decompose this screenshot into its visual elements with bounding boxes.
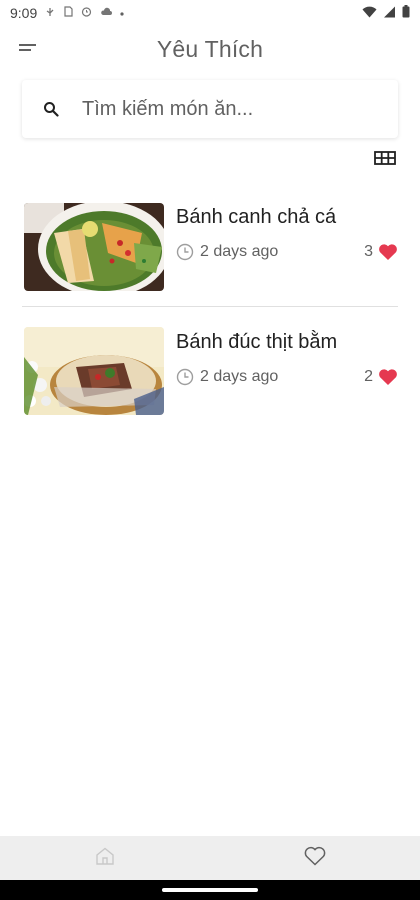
- heart-outline-icon: [304, 846, 326, 871]
- menu-icon: [19, 40, 37, 58]
- battery-icon: [402, 5, 410, 21]
- favorite-info: Bánh đúc thịt bằm 2 days ago 2: [176, 331, 398, 386]
- clock-icon: [176, 243, 194, 261]
- app-bar: Yêu Thích: [0, 26, 420, 72]
- status-left: 9:09: [10, 5, 124, 21]
- home-icon: [95, 847, 115, 870]
- food-time: 2 days ago: [200, 368, 279, 385]
- status-right: [362, 5, 410, 21]
- signal-icon: [383, 5, 396, 21]
- menu-button[interactable]: [14, 36, 42, 62]
- system-navigation-bar: [0, 880, 420, 900]
- food-name: Bánh canh chả cá: [176, 206, 337, 228]
- clock-icon: [176, 368, 194, 386]
- wifi-icon: [362, 5, 377, 21]
- search-bar: [22, 80, 398, 138]
- like-count: 2: [364, 368, 398, 386]
- status-bar: 9:09: [0, 0, 420, 26]
- usb-icon: [45, 7, 55, 20]
- search-icon: [40, 98, 62, 120]
- food-thumbnail: [24, 203, 164, 291]
- nav-home[interactable]: [0, 836, 210, 880]
- favorite-item[interactable]: Bánh đúc thịt bằm 2 days ago 2: [22, 306, 398, 430]
- food-time: 2 days ago: [200, 243, 279, 260]
- cloud-icon: [100, 7, 113, 19]
- food-meta: 2 days ago 2: [176, 368, 398, 386]
- dot-icon: [120, 8, 124, 19]
- status-time: 9:09: [10, 5, 38, 21]
- like-count: 3: [364, 243, 398, 261]
- grid-view-toggle[interactable]: [372, 150, 398, 170]
- like-count-value: 3: [364, 243, 373, 260]
- food-thumbnail: [24, 327, 164, 415]
- heart-icon[interactable]: [378, 368, 398, 386]
- nav-favorites[interactable]: [210, 836, 420, 880]
- heart-icon[interactable]: [378, 243, 398, 261]
- favorite-item[interactable]: Bánh canh chả cá 2 days ago 3: [22, 200, 398, 306]
- home-gesture-handle[interactable]: [162, 888, 258, 892]
- sim-icon: [63, 6, 73, 20]
- grid-view-icon: [374, 150, 396, 170]
- bottom-navigation: [0, 836, 420, 880]
- favorite-info: Bánh canh chả cá 2 days ago 3: [176, 206, 398, 261]
- food-name: Bánh đúc thịt bằm: [176, 331, 338, 353]
- page-title: Yêu Thích: [156, 35, 264, 62]
- favorites-list: Bánh canh chả cá 2 days ago 3 Bánh đúc t…: [22, 200, 398, 430]
- alarm-icon: [81, 6, 92, 20]
- like-count-value: 2: [364, 368, 373, 385]
- search-input[interactable]: [82, 97, 372, 121]
- food-meta: 2 days ago 3: [176, 243, 398, 261]
